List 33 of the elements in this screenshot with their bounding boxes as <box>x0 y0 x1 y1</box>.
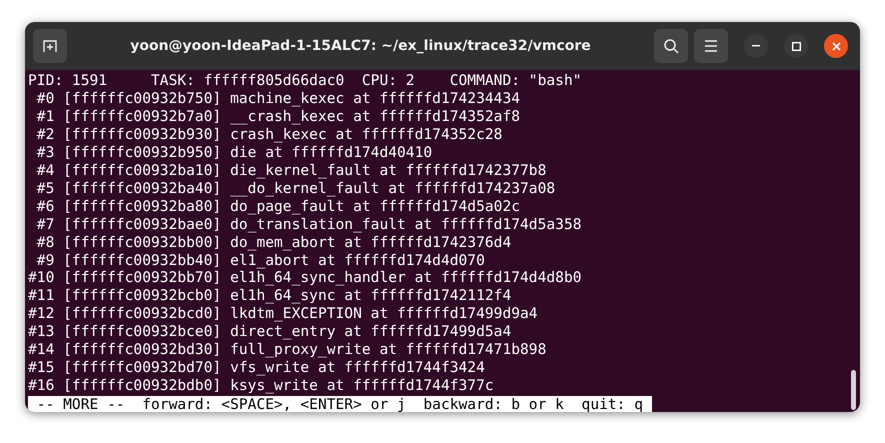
output-line: #16 [ffffffc00932bdb0] ksys_write at ffffffd1744f377c <box>28 377 494 396</box>
search-button[interactable] <box>654 29 688 63</box>
output-line: #1 [ffffffc00932b7a0] __crash_kexec at ffffffd174352af8 <box>36 108 520 126</box>
output-line: #11 [ffffffc00932bcb0] el1h_64_sync at ffffffd1742112f4 <box>28 287 512 306</box>
close-icon <box>832 42 840 50</box>
pager-prompt: -- MORE -- forward: <SPACE>, <ENTER> or j backward: b or k quit: q <box>28 396 652 412</box>
output-line: #13 [ffffffc00932bce0] direct_entry at ffffffd17499d5a4 <box>28 323 512 342</box>
output-line: #3 [ffffffc00932b950] die at ffffffd174d40410 <box>36 144 432 162</box>
minimize-button[interactable] <box>744 34 768 58</box>
close-button[interactable] <box>824 34 848 58</box>
output-line: #6 [ffffffc00932ba80] do_page_fault at ffffffd174d5a02c <box>36 198 520 216</box>
menu-icon <box>704 40 718 52</box>
search-icon <box>663 38 679 54</box>
output-line: #4 [ffffffc00932ba10] die_kernel_fault at ffffffd1742377b8 <box>36 162 546 180</box>
output-line: #7 [ffffffc00932bae0] do_translation_fault at ffffffd174d5a358 <box>36 216 582 234</box>
menu-button[interactable] <box>694 29 728 63</box>
output-line: #12 [ffffffc00932bcd0] lkdtm_EXCEPTION at ffffffd17499d9a4 <box>28 305 538 324</box>
output-line: #9 [ffffffc00932bb40] el1_abort at ffffffd174d4d070 <box>36 252 485 270</box>
new-tab-button[interactable] <box>33 29 67 63</box>
output-line: PID: 1591 TASK: ffffff805d66dac0 CPU: 2 COMMAND: "bash" <box>28 72 582 90</box>
minimize-icon <box>752 45 760 47</box>
output-line: #2 [ffffffc00932b930] crash_kexec at ffffffd174352c28 <box>36 126 502 144</box>
new-tab-icon <box>43 39 57 53</box>
output-line: #0 [ffffffc00932b750] machine_kexec at ffffffd174234434 <box>36 90 520 108</box>
output-line: #10 [ffffffc00932bb70] el1h_64_sync_handler at ffffffd174d4d8b0 <box>28 269 582 288</box>
output-line: #5 [ffffffc00932ba40] __do_kernel_fault at ffffffd174237a08 <box>36 180 556 198</box>
scrollbar[interactable] <box>851 370 856 410</box>
window-title: yoon@yoon-IdeaPad-1-15ALC7: ~/ex_linux/trace32/vmcore <box>129 38 592 54</box>
output-line: #8 [ffffffc00932bb00] do_mem_abort at ffffffd1742376d4 <box>36 234 512 252</box>
output-line: #14 [ffffffc00932bd30] full_proxy_write at ffffffd17471b898 <box>28 341 546 360</box>
maximize-button[interactable] <box>784 34 808 58</box>
maximize-icon <box>792 42 800 50</box>
output-line: #15 [ffffffc00932bd70] vfs_write at ffffffd1744f3424 <box>28 359 485 378</box>
